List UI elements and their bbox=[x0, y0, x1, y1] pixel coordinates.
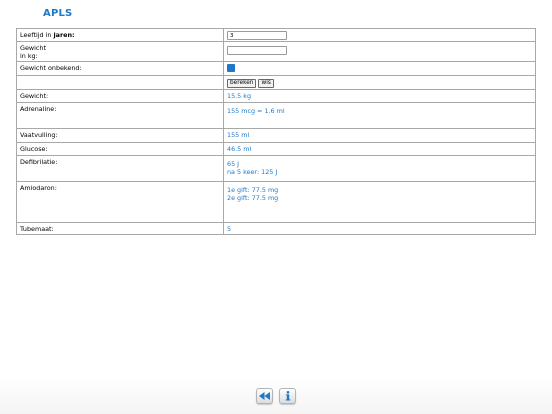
amiodarone-value-2: 2e gift: 77.5 mg bbox=[227, 194, 279, 202]
app-title: APLS bbox=[43, 8, 73, 19]
tube-value: 5 bbox=[223, 222, 536, 235]
age-label-unit: jaren: bbox=[53, 31, 75, 39]
age-row: Leeftijd in jaren: bbox=[16, 28, 536, 42]
amiodarone-label: Amiodaron: bbox=[16, 181, 224, 223]
weight-unknown-row: Gewicht onbekend: bbox=[16, 61, 536, 76]
defib-value: 65 J na 5 keer: 125 J bbox=[223, 155, 536, 182]
defib-row: Defibrilatie: 65 J na 5 keer: 125 J bbox=[16, 155, 536, 182]
back-button[interactable] bbox=[256, 388, 273, 404]
rewind-icon bbox=[259, 392, 270, 400]
buttons-row: bereken wis bbox=[16, 75, 536, 90]
glucose-label: Glucose: bbox=[16, 142, 224, 156]
info-icon bbox=[285, 391, 290, 401]
weight-input-cell bbox=[223, 41, 536, 62]
result-weight-label: Gewicht: bbox=[16, 89, 224, 103]
fluid-row: Vaatvulling: 155 ml bbox=[16, 128, 536, 143]
age-label-prefix: Leeftijd in bbox=[20, 31, 54, 39]
fluid-value: 155 ml bbox=[223, 128, 536, 143]
glucose-row: Glucose: 46.5 ml bbox=[16, 142, 536, 156]
fluid-label: Vaatvulling: bbox=[16, 128, 224, 143]
amiodarone-value-1: 1e gift: 77.5 mg bbox=[227, 186, 279, 194]
defib-value-2: na 5 keer: 125 J bbox=[227, 168, 278, 176]
info-button[interactable] bbox=[279, 388, 296, 404]
amiodarone-value: 1e gift: 77.5 mg 2e gift: 77.5 mg bbox=[223, 181, 536, 223]
weight-input-label: Gewicht in kg: bbox=[16, 41, 224, 62]
age-cell bbox=[223, 28, 536, 42]
clear-button[interactable]: wis bbox=[258, 79, 274, 88]
weight-unknown-label: Gewicht onbekend: bbox=[16, 61, 224, 76]
result-weight-value: 15.5 kg bbox=[223, 89, 536, 103]
tube-label: Tubemaat: bbox=[16, 222, 224, 235]
defib-label: Defibrilatie: bbox=[16, 155, 224, 182]
adrenaline-row: Adrenaline: 155 mcg = 1.6 ml bbox=[16, 102, 536, 129]
glucose-value: 46.5 ml bbox=[223, 142, 536, 156]
weight-unknown-cell bbox=[223, 61, 536, 76]
amiodarone-row: Amiodaron: 1e gift: 77.5 mg 2e gift: 77.… bbox=[16, 181, 536, 223]
weight-input[interactable] bbox=[227, 46, 287, 55]
buttons-cell: bereken wis bbox=[223, 75, 536, 90]
result-weight-row: Gewicht: 15.5 kg bbox=[16, 89, 536, 103]
buttons-spacer bbox=[16, 75, 224, 90]
adrenaline-value: 155 mcg = 1.6 ml bbox=[223, 102, 536, 129]
calculator-table: Leeftijd in jaren: Gewicht in kg: Gewich… bbox=[16, 28, 536, 235]
weight-label-line2: in kg: bbox=[20, 52, 38, 60]
defib-value-1: 65 J bbox=[227, 160, 240, 168]
weight-unknown-checkbox[interactable] bbox=[227, 64, 235, 72]
age-label: Leeftijd in jaren: bbox=[16, 28, 224, 42]
tube-row: Tubemaat: 5 bbox=[16, 222, 536, 235]
weight-input-row: Gewicht in kg: bbox=[16, 41, 536, 62]
calculate-button[interactable]: bereken bbox=[227, 79, 257, 88]
weight-label-line1: Gewicht bbox=[20, 44, 46, 52]
adrenaline-label: Adrenaline: bbox=[16, 102, 224, 129]
bottom-toolbar bbox=[0, 378, 552, 414]
age-input[interactable] bbox=[227, 31, 287, 40]
